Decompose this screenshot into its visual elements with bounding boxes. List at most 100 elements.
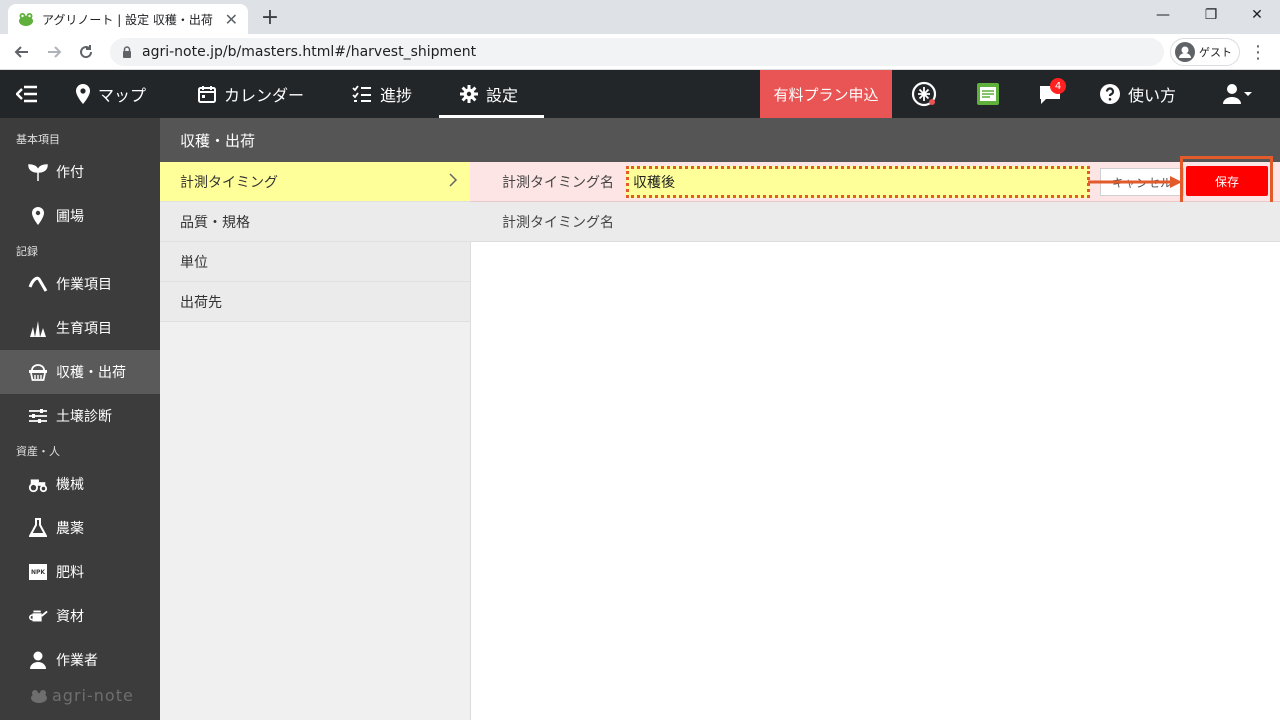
gear-icon (460, 85, 478, 103)
checklist-icon (352, 85, 372, 103)
subnav-item-label: 出荷先 (180, 294, 222, 311)
sidebar-item-workers[interactable]: 作業者 (0, 638, 160, 682)
map-pin-icon (28, 207, 48, 225)
avatar-icon (1175, 42, 1195, 62)
frog-favicon-icon (18, 12, 34, 26)
basket-icon (28, 363, 48, 381)
subnav-item-unit[interactable]: 単位 (160, 242, 470, 282)
sidebar-item-machinery[interactable]: 機械 (0, 462, 160, 506)
logo-text: agri-note (52, 686, 134, 705)
agri-note-logo: agri-note (30, 686, 134, 705)
nav-map-label: マップ (98, 86, 147, 105)
back-arrow-icon[interactable] (8, 38, 36, 66)
npk-badge: NPK (29, 564, 47, 580)
list-header-row: 計測タイミング名 (470, 202, 1280, 242)
sidebar-item-label: 圃場 (56, 209, 84, 225)
nav-calendar[interactable]: カレンダー (198, 70, 304, 118)
subnav-item-label: 単位 (180, 254, 208, 271)
notification-badge: 4 (1050, 78, 1066, 94)
sidebar-item-label: 肥料 (56, 565, 84, 581)
sidebar-item-label: 土壌診断 (56, 409, 112, 425)
hoe-icon (28, 275, 48, 293)
nav-settings[interactable]: 設定 (460, 70, 518, 118)
tab-title: アグリノート | 設定 収穫・出荷 (42, 12, 213, 27)
nav-calendar-label: カレンダー (224, 86, 305, 105)
sidebar-item-fields[interactable]: 圃場 (0, 194, 160, 238)
sidebar-item-growth-items[interactable]: 生育項目 (0, 306, 160, 350)
nav-settings-label: 設定 (486, 86, 519, 105)
sidebar-item-label: 資材 (56, 609, 84, 625)
ledger-icon[interactable] (974, 80, 1002, 108)
sidebar-item-fertilizer[interactable]: NPK 肥料 (0, 550, 160, 594)
nav-progress[interactable]: 進捗 (352, 70, 412, 118)
arrow-right-icon (1088, 174, 1184, 194)
list-header-label: 計測タイミング名 (502, 215, 614, 231)
sidebar-item-label: 作業項目 (56, 277, 112, 293)
profile-button[interactable]: ゲスト (1170, 38, 1240, 66)
new-tab-button[interactable]: + (258, 4, 282, 30)
sidebar-item-label: 作付 (56, 165, 84, 181)
sidebar-item-work-items[interactable]: 作業項目 (0, 262, 160, 306)
sidebar-item-soil-diagnosis[interactable]: 土壌診断 (0, 394, 160, 438)
paid-plan-button[interactable]: 有料プラン申込 (760, 70, 892, 118)
grass-icon (28, 319, 48, 337)
subnav-item-label: 品質・規格 (180, 214, 250, 231)
minimize-button[interactable]: — (1140, 0, 1186, 30)
edit-row: 計測タイミング名 収穫後 キャンセル 保存 (470, 156, 1280, 208)
tractor-icon (28, 475, 48, 493)
save-button[interactable]: 保存 (1186, 166, 1268, 196)
help-link[interactable]: 使い方 (1100, 70, 1176, 118)
page-title: 収穫・出荷 (160, 118, 1280, 162)
sidebar-item-label: 機械 (56, 477, 84, 493)
detail-panel (470, 162, 1280, 720)
flask-icon (28, 518, 48, 538)
sprout-icon (28, 163, 48, 181)
sidebar-item-materials[interactable]: 資材 (0, 594, 160, 638)
address-bar[interactable]: agri-note.jp/b/masters.html#/harvest_shi… (110, 38, 1164, 66)
collapse-menu-icon (16, 85, 38, 103)
user-menu-button[interactable] (1220, 80, 1256, 108)
app-header: マップ カレンダー 進捗 設定 有料プラン申込 4 使い方 (0, 70, 1280, 118)
subnav-item-quality[interactable]: 品質・規格 (160, 202, 470, 242)
subnav-panel: 計測タイミング 品質・規格 単位 出荷先 (160, 162, 470, 720)
subnav-item-label: 計測タイミング (180, 174, 278, 191)
sidebar-item-harvest-shipment[interactable]: 収穫・出荷 (0, 350, 160, 394)
rice-icon[interactable] (910, 80, 938, 108)
browser-menu-icon[interactable]: ⋮ (1248, 38, 1268, 66)
lock-icon (122, 46, 132, 58)
sidebar-item-label: 収穫・出荷 (56, 365, 126, 381)
collapse-menu-button[interactable] (16, 70, 38, 118)
url-text: agri-note.jp/b/masters.html#/harvest_shi… (142, 44, 477, 60)
sidebar-item-label: 作業者 (56, 653, 98, 669)
chevron-right-icon (448, 172, 458, 192)
sidebar-section-assets: 資産・人 (16, 445, 60, 458)
sidebar-section-basic: 基本項目 (16, 133, 60, 146)
forward-arrow-icon[interactable] (40, 38, 68, 66)
reload-icon[interactable] (72, 38, 100, 66)
map-pin-icon (76, 84, 90, 104)
edit-field-label: 計測タイミング名 (502, 175, 614, 191)
person-icon (28, 651, 48, 669)
sidebar-section-records: 記録 (16, 245, 38, 258)
nav-map[interactable]: マップ (76, 70, 146, 118)
user-icon (1222, 83, 1254, 105)
question-icon (1100, 84, 1120, 104)
tab-close-icon[interactable]: ✕ (225, 10, 238, 29)
nav-progress-label: 進捗 (380, 86, 413, 105)
sidebar-item-pesticides[interactable]: 農薬 (0, 506, 160, 550)
calendar-icon (198, 85, 216, 103)
sidebar-item-label: 生育項目 (56, 321, 112, 337)
measure-timing-name-input[interactable]: 収穫後 (626, 166, 1090, 198)
browser-tabstrip: アグリノート | 設定 収穫・出荷 ✕ + — ❐ ✕ (0, 0, 1280, 34)
subnav-item-destination[interactable]: 出荷先 (160, 282, 470, 322)
sidebar-item-label: 農薬 (56, 521, 84, 537)
browser-tab[interactable]: アグリノート | 設定 収穫・出荷 ✕ (8, 4, 248, 34)
npk-icon: NPK (28, 564, 48, 580)
restore-button[interactable]: ❐ (1188, 0, 1234, 30)
subnav-empty-area (160, 322, 470, 720)
window-close-button[interactable]: ✕ (1234, 0, 1280, 30)
sidebar-item-crops[interactable]: 作付 (0, 150, 160, 194)
sliders-icon (28, 408, 48, 424)
help-label: 使い方 (1128, 86, 1177, 105)
subnav-item-measure-timing[interactable]: 計測タイミング (160, 162, 470, 202)
